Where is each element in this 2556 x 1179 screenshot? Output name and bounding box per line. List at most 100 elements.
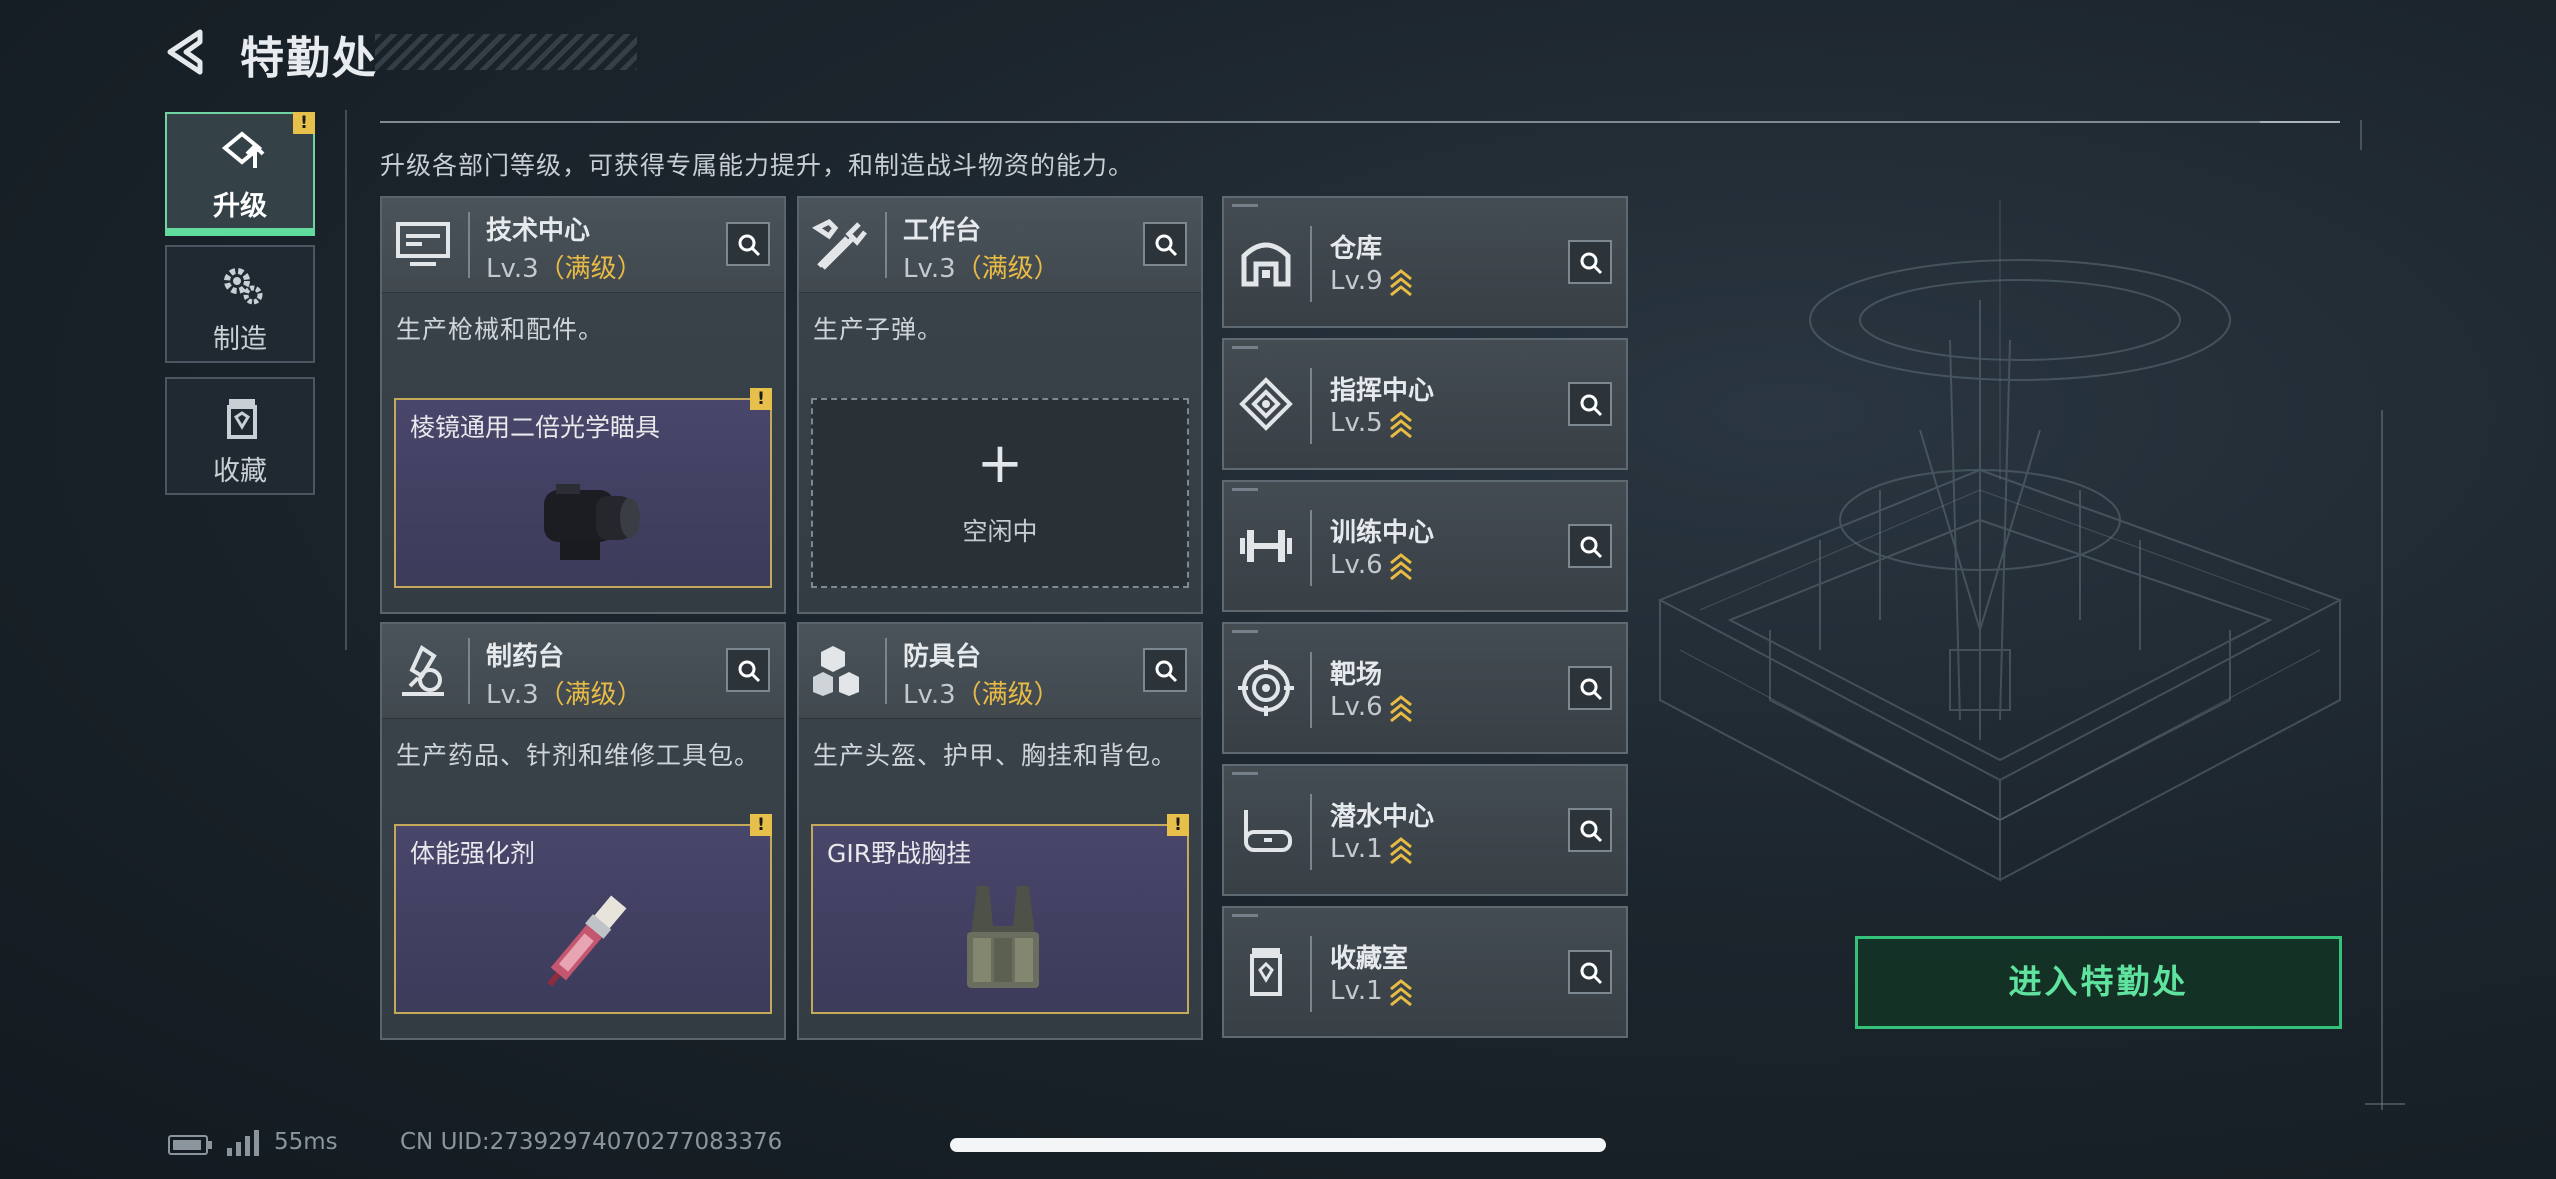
station-description: 生产枪械和配件。	[396, 315, 605, 344]
search-button[interactable]	[1568, 950, 1612, 994]
facility-level: Lv.6	[1330, 550, 1413, 581]
warehouse-icon	[1241, 242, 1291, 287]
search-button[interactable]	[1568, 808, 1612, 852]
facility-warehouse[interactable]: 仓库 Lv.9	[1222, 196, 1628, 328]
search-button[interactable]	[1568, 240, 1612, 284]
station-name: 防具台	[903, 642, 982, 672]
search-icon	[1580, 252, 1603, 275]
search-button[interactable]	[726, 222, 770, 266]
facility-name: 指挥中心	[1330, 376, 1435, 406]
facility-name: 潜水中心	[1330, 802, 1435, 832]
search-button[interactable]	[1568, 524, 1612, 568]
alert-badge: !	[750, 388, 772, 410]
card-header: 技术中心 Lv.3（满级）	[382, 198, 784, 293]
plus-icon: +	[976, 431, 1024, 496]
station-level: Lv.3（满级）	[486, 254, 643, 284]
title-decoration	[375, 34, 637, 70]
card-header: 防具台 Lv.3（满级）	[799, 624, 1201, 719]
production-slot[interactable]: GIR野战胸挂 !	[811, 814, 1189, 1014]
upgrade-chevron-icon	[1389, 552, 1412, 580]
facility-training-center[interactable]: 训练中心 Lv.6	[1222, 480, 1628, 612]
nav-tab-label: 升级	[213, 191, 267, 222]
station-level: Lv.3（满级）	[903, 680, 1060, 710]
upgrade-chevron-icon	[1389, 410, 1412, 438]
nav-tab-label: 收藏	[213, 456, 267, 487]
computer-icon	[396, 222, 450, 266]
facility-level: Lv.1	[1330, 834, 1413, 865]
station-level: Lv.3（满级）	[486, 680, 643, 710]
search-button[interactable]	[1568, 666, 1612, 710]
nav-tab-upgrade[interactable]: 升级 !	[165, 112, 315, 236]
search-button[interactable]	[726, 648, 770, 692]
production-slot[interactable]: 体能强化剂 !	[394, 814, 772, 1014]
search-icon	[1155, 660, 1178, 683]
idle-label: 空闲中	[962, 517, 1038, 546]
ping-readout: 55ms	[274, 1129, 338, 1155]
syringe-icon	[547, 895, 627, 987]
nav-tab-craft[interactable]: 制造	[165, 245, 315, 363]
search-icon	[738, 234, 761, 257]
chest-rig-icon	[967, 886, 1039, 988]
base-blueprint-illustration	[1657, 200, 2343, 882]
facility-name: 训练中心	[1330, 518, 1435, 548]
back-arrow-icon	[167, 29, 203, 75]
facility-name: 靶场	[1330, 660, 1383, 690]
diving-mask-icon	[1244, 810, 1292, 852]
home-indicator[interactable]	[950, 1138, 1606, 1152]
facility-collection-room[interactable]: 收藏室 Lv.1	[1222, 906, 1628, 1038]
target-icon	[1238, 660, 1294, 716]
microscope-icon	[402, 645, 444, 696]
nav-tab-collection[interactable]: 收藏	[165, 377, 315, 495]
section-description: 升级各部门等级，可获得专属能力提升，和制造战斗物资的能力。	[380, 151, 1135, 180]
search-icon	[1580, 536, 1603, 559]
station-card-tech-center: 技术中心 Lv.3（满级） 生产枪械和配件。 棱镜通用二倍光学瞄具 !	[380, 196, 786, 614]
search-button[interactable]	[1568, 382, 1612, 426]
header-divider	[380, 121, 2340, 123]
product-name: 棱镜通用二倍光学瞄具	[410, 413, 661, 442]
product-name: 体能强化剂	[410, 839, 536, 868]
alert-badge: !	[1167, 814, 1189, 836]
search-icon	[1580, 820, 1603, 843]
back-button[interactable]	[160, 22, 220, 82]
facility-diving-center[interactable]: 潜水中心 Lv.1	[1222, 764, 1628, 896]
facility-command-center[interactable]: 指挥中心 Lv.5	[1222, 338, 1628, 470]
station-card-pharmacy: 制药台 Lv.3（满级） 生产药品、针剂和维修工具包。 体能强化剂 !	[380, 622, 786, 1040]
station-description: 生产头盔、护甲、胸挂和背包。	[813, 741, 1178, 770]
search-icon	[1580, 678, 1603, 701]
station-description: 生产药品、针剂和维修工具包。	[396, 741, 761, 770]
user-uid: CN UID:27392974070277083376	[400, 1129, 783, 1155]
alert-badge: !	[750, 814, 772, 836]
product-name: GIR野战胸挂	[827, 839, 972, 868]
scope-icon	[544, 484, 640, 560]
search-icon	[1580, 962, 1603, 985]
upgrade-chevron-icon	[1389, 836, 1412, 864]
enter-special-ops-button[interactable]: 进入特勤处	[1855, 936, 2342, 1029]
station-name: 制药台	[486, 642, 565, 672]
search-button[interactable]	[1143, 648, 1187, 692]
station-level: Lv.3（满级）	[903, 254, 1060, 284]
command-icon	[1239, 377, 1293, 431]
facility-level: Lv.1	[1330, 976, 1413, 1007]
upgrade-chevron-icon	[1389, 978, 1412, 1006]
facility-level: Lv.5	[1330, 408, 1413, 439]
dumbbell-icon	[1240, 530, 1292, 562]
search-button[interactable]	[1143, 222, 1187, 266]
empty-production-slot[interactable]: + 空闲中	[811, 398, 1189, 588]
battery-icon	[168, 1135, 212, 1155]
signal-icon	[227, 1130, 259, 1156]
production-slot[interactable]: 棱镜通用二倍光学瞄具 !	[394, 388, 772, 588]
station-card-workbench: 工作台 Lv.3（满级） 生产子弹。 + 空闲中	[797, 196, 1203, 614]
station-name: 工作台	[903, 216, 982, 246]
facility-level: Lv.6	[1330, 692, 1413, 723]
tools-icon	[812, 218, 867, 270]
upgrade-chevron-icon	[1389, 694, 1412, 722]
station-card-armor-bench: 防具台 Lv.3（满级） 生产头盔、护甲、胸挂和背包。 GIR野战胸挂 !	[797, 622, 1203, 1040]
header-divider-accent	[2260, 121, 2340, 123]
search-icon	[1155, 234, 1178, 257]
facility-shooting-range[interactable]: 靶场 Lv.6	[1222, 622, 1628, 754]
station-name: 技术中心	[486, 216, 591, 246]
station-description: 生产子弹。	[813, 315, 944, 344]
alert-badge: !	[293, 112, 315, 134]
upgrade-icon	[221, 131, 265, 168]
gears-icon	[224, 268, 263, 305]
